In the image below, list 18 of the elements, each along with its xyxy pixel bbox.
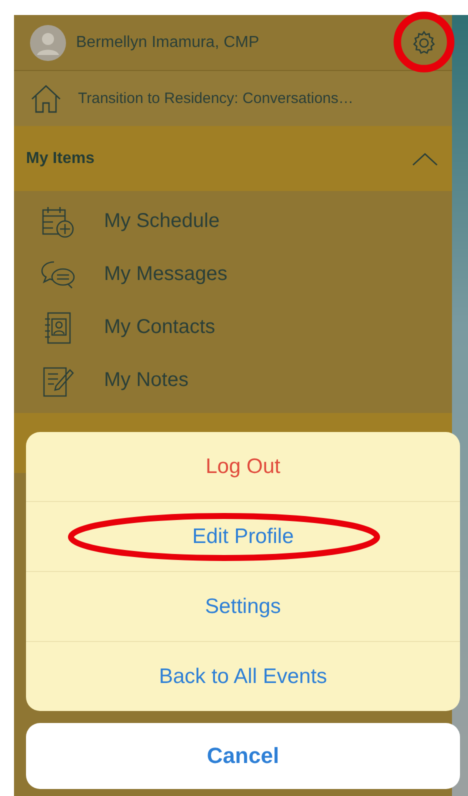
chat-bubbles-icon <box>40 260 76 290</box>
menu-item[interactable]: My Messages <box>104 263 228 286</box>
avatar-icon <box>30 24 66 60</box>
user-name: Bermellyn Imamura, CMP <box>76 34 260 52</box>
action-button[interactable]: Settings <box>26 572 460 641</box>
action-button[interactable]: Edit Profile <box>26 502 460 571</box>
home-icon <box>30 84 62 114</box>
event-title[interactable]: Transition to Residency: Conversations… <box>78 90 354 107</box>
settings-button[interactable] <box>410 28 438 56</box>
calendar-icon <box>40 204 76 238</box>
menu-item[interactable]: My Contacts <box>104 316 216 339</box>
action-button[interactable]: Log Out <box>26 432 460 501</box>
action-button[interactable]: Back to All Events <box>26 642 460 711</box>
cancel-button[interactable]: Cancel <box>26 723 460 789</box>
chevron-icon[interactable] <box>412 152 438 166</box>
section-title: My Items <box>26 150 94 168</box>
menu-item[interactable]: My Schedule <box>104 210 220 233</box>
menu-item[interactable]: My Notes <box>104 369 188 392</box>
